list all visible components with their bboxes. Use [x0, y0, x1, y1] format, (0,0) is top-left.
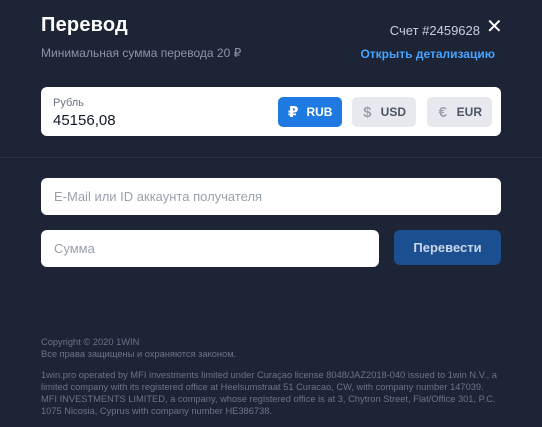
currency-button-usd[interactable]: $ USD	[352, 97, 416, 127]
currency-label: EUR	[456, 105, 482, 119]
currency-label: RUB	[306, 105, 333, 119]
euro-icon: €	[438, 103, 447, 121]
balance-value: 45156,08	[53, 112, 116, 129]
currency-button-eur[interactable]: € EUR	[427, 97, 492, 127]
ruble-icon: ₽	[288, 104, 299, 121]
min-amount-note: Минимальная сумма перевода 20 ₽	[41, 46, 242, 60]
legal-text: 1win.pro operated by MFI investments lim…	[41, 370, 497, 416]
divider	[0, 157, 542, 158]
balance-currency-label: Рубль	[53, 97, 84, 109]
balance-panel: Рубль 45156,08 ₽ RUB $ USD € EUR	[41, 87, 501, 136]
recipient-email-input[interactable]	[41, 178, 501, 215]
page-title: Перевод	[41, 14, 128, 36]
account-number: Счет #2459628	[389, 23, 480, 38]
amount-input[interactable]	[41, 230, 379, 267]
copyright-text: Copyright © 2020 1WIN	[41, 337, 140, 347]
currency-label: USD	[380, 105, 406, 119]
currency-button-rub[interactable]: ₽ RUB	[278, 97, 342, 127]
open-details-link[interactable]: Открыть детализацию	[360, 47, 495, 61]
dollar-icon: $	[363, 103, 372, 121]
close-icon[interactable]: ✕	[486, 17, 503, 37]
transfer-button[interactable]: Перевести	[394, 230, 501, 265]
rights-text: Все права защищены и охраняются законом.	[41, 349, 237, 359]
